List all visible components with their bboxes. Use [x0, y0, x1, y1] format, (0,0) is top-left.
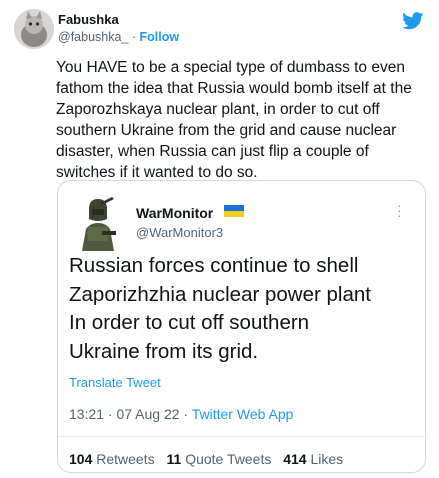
likes-stat[interactable]: 414 Likes	[283, 451, 343, 467]
likes-label: Likes	[310, 451, 344, 467]
retweets-label: Retweets	[96, 451, 155, 467]
divider	[58, 436, 425, 437]
quoted-author-handle[interactable]: @WarMonitor3	[136, 225, 223, 240]
likes-count: 414	[283, 451, 307, 467]
quote-tweets-stat[interactable]: 11 Quote Tweets	[167, 451, 272, 467]
tweet-text: You HAVE to be a special type of dumbass…	[56, 59, 412, 181]
tweet-timestamp[interactable]: 13:21 · 07 Aug 22 ·	[69, 406, 192, 422]
author-handle[interactable]: @fabushka_	[58, 30, 128, 44]
quoted-tweet[interactable]: WarMonitor @WarMonitor3 · · · Russian forc…	[57, 180, 426, 473]
follow-button[interactable]: Follow	[140, 30, 180, 44]
source-app-link[interactable]: Twitter Web App	[192, 406, 294, 422]
tweet-timestamp-row: 13:21 · 07 Aug 22 · Twitter Web App	[69, 406, 293, 422]
author-name[interactable]: Fabushka	[58, 12, 119, 27]
translate-tweet-link[interactable]: Translate Tweet	[69, 375, 161, 390]
quoted-tweet-text: Russian forces continue to shell Zaporiz…	[69, 254, 371, 363]
ukraine-flag-icon	[224, 205, 244, 217]
quote-tweets-label: Quote Tweets	[185, 451, 272, 467]
quote-tweets-count: 11	[166, 451, 182, 467]
separator-dot: ·	[131, 30, 137, 44]
author-handle-row: @fabushka_ · Follow	[58, 30, 179, 44]
quoted-author-avatar[interactable]	[78, 193, 118, 251]
twitter-bird-icon[interactable]	[402, 12, 424, 30]
retweets-stat[interactable]: 104 Retweets	[69, 451, 155, 467]
tweet-card: Fabushka @fabushka_ · Follow You HAVE to…	[0, 0, 439, 478]
author-avatar[interactable]	[14, 9, 54, 49]
quoted-author-name[interactable]: WarMonitor	[136, 205, 213, 221]
retweets-count: 104	[69, 451, 93, 467]
more-options-icon[interactable]: · · ·	[397, 198, 402, 222]
engagement-stats: 104 Retweets 11 Quote Tweets 414 Likes	[69, 451, 351, 467]
